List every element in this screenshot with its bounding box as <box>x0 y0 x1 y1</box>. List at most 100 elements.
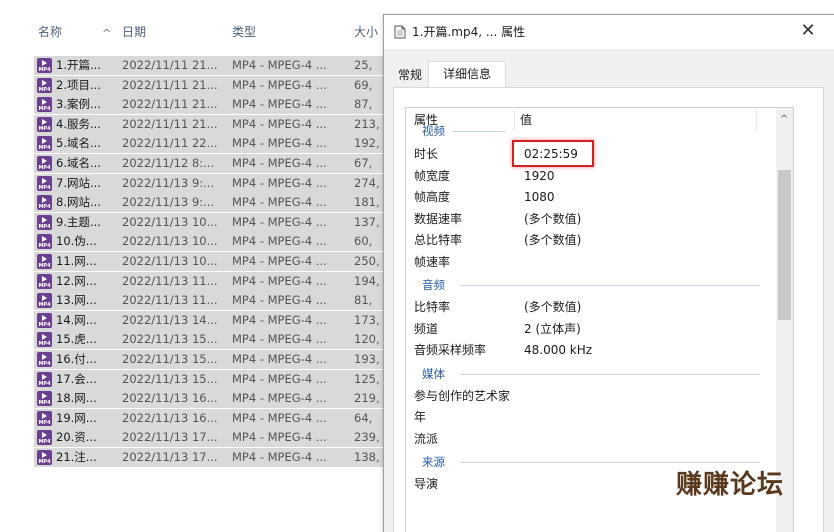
mp4-file-icon: MP4 <box>37 175 52 191</box>
column-header-size[interactable]: 大小 <box>354 14 378 50</box>
play-icon <box>42 373 47 380</box>
file-row[interactable]: MP4 19.网... 2022/11/13 16... MP4 - MPEG-4 .… <box>34 408 394 429</box>
property-name: 帧宽度 <box>414 168 451 183</box>
property-row[interactable]: 总比特率 (多个数值) <box>406 230 766 250</box>
file-date: 2022/11/13 10... <box>122 234 218 249</box>
mp4-file-icon: MP4 <box>37 410 52 426</box>
scrollbar-thumb[interactable] <box>778 170 791 320</box>
mp4-file-icon: MP4 <box>37 77 52 93</box>
mp4-file-icon: MP4 <box>37 352 52 367</box>
file-row[interactable]: MP4 3.案例... 2022/11/11 21... MP4 - MPEG-4 .… <box>34 95 394 116</box>
property-row[interactable]: 频道 2 (立体声) <box>406 319 766 339</box>
file-row[interactable]: MP4 1.开篇... 2022/11/11 21... MP4 - MPEG-4 .… <box>34 56 394 76</box>
play-icon <box>42 314 47 321</box>
file-row[interactable]: MP4 2.项目... 2022/11/11 21... MP4 - MPEG-4 .… <box>34 75 394 96</box>
mp4-file-icon: MP4 <box>37 97 52 113</box>
scroll-up-icon[interactable]: ^ <box>780 114 788 125</box>
file-row[interactable]: MP4 8.网站... 2022/11/13 9:... MP4 - MPEG-4 .… <box>34 193 394 214</box>
file-row[interactable]: MP4 20.资... 2022/11/13 17... MP4 - MPEG-4 .… <box>34 428 394 449</box>
property-row[interactable]: 比特率 (多个数值) <box>406 297 766 317</box>
column-divider[interactable] <box>514 110 515 130</box>
mp4-file-icon: MP4 <box>37 332 52 348</box>
column-header-date[interactable]: 日期 <box>122 14 146 50</box>
file-row[interactable]: MP4 15.虎... 2022/11/13 15... MP4 - MPEG-4 .… <box>34 330 394 351</box>
file-icon-tag: MP4 <box>38 86 51 93</box>
file-row[interactable]: MP4 21.注... 2022/11/13 17... MP4 - MPEG-4 .… <box>34 448 394 468</box>
tab-general[interactable]: 常规 <box>394 63 426 87</box>
mp4-file-icon: MP4 <box>37 430 52 446</box>
group-divider <box>452 131 506 132</box>
mp4-file-icon: MP4 <box>37 371 52 387</box>
group-heading-audio: 音频 <box>422 278 445 292</box>
mp4-file-icon: MP4 <box>37 234 52 250</box>
file-name: 19.网... <box>56 410 97 425</box>
file-icon-tag: MP4 <box>38 400 51 407</box>
column-divider[interactable] <box>756 110 757 130</box>
file-name: 14.网... <box>56 312 97 327</box>
file-icon-tag: MP4 <box>38 223 51 230</box>
property-name: 帧高度 <box>414 190 451 204</box>
property-name: 时长 <box>414 147 439 161</box>
property-value: 2 (立体声) <box>524 321 581 336</box>
file-row[interactable]: MP4 4.服务... 2022/11/11 21... MP4 - MPEG-4 .… <box>34 114 394 135</box>
file-name: 9.主题... <box>56 214 101 229</box>
play-icon <box>42 354 47 360</box>
file-name: 18.网... <box>56 391 97 406</box>
play-icon <box>42 295 47 302</box>
file-date: 2022/11/13 11... <box>122 293 218 308</box>
play-icon <box>42 158 47 164</box>
property-row[interactable]: 帧高度 1080 <box>406 187 766 207</box>
property-name: 导演 <box>414 477 439 491</box>
file-name: 21.注... <box>56 450 97 464</box>
property-name: 总比特率 <box>414 233 463 247</box>
property-row[interactable]: 数据速率 (多个数值) <box>406 209 766 229</box>
file-row[interactable]: MP4 6.域名... 2022/11/12 8:... MP4 - MPEG-4 .… <box>34 154 394 174</box>
mp4-file-icon: MP4 <box>37 312 52 328</box>
mp4-file-icon: MP4 <box>37 136 52 152</box>
close-button[interactable]: ✕ <box>791 15 825 49</box>
file-row[interactable]: MP4 14.网... 2022/11/13 14... MP4 - MPEG-4 .… <box>34 310 394 331</box>
file-name: 17.会... <box>56 371 97 386</box>
column-header-type[interactable]: 类型 <box>232 14 256 50</box>
play-icon <box>42 99 47 106</box>
property-row[interactable]: 帧速率 <box>406 252 766 272</box>
property-value: 1920 <box>524 168 555 183</box>
file-row[interactable]: MP4 9.主题... 2022/11/13 10... MP4 - MPEG-4 .… <box>34 212 394 233</box>
group-divider <box>460 462 760 463</box>
file-date: 2022/11/13 17... <box>122 430 218 445</box>
mp4-file-icon: MP4 <box>37 214 52 230</box>
file-name: 2.项目... <box>56 77 101 92</box>
column-header-value[interactable]: 值 <box>520 108 532 132</box>
file-row[interactable]: MP4 5.域名... 2022/11/11 22... MP4 - MPEG-4 .… <box>34 134 394 155</box>
file-date: 2022/11/13 14... <box>122 312 218 327</box>
mp4-file-icon: MP4 <box>37 254 52 269</box>
file-name: 13.网... <box>56 293 97 308</box>
property-row[interactable]: 流派 <box>406 429 766 449</box>
mp4-file-icon: MP4 <box>37 116 52 132</box>
file-icon-tag: MP4 <box>38 459 51 465</box>
property-row[interactable]: 参与创作的艺术家 <box>406 386 766 406</box>
column-header-name[interactable]: 名称 ^ <box>38 14 111 50</box>
property-row[interactable]: 年 <box>406 407 766 427</box>
dialog-titlebar[interactable]: 1.开篇.mp4, ... 属性 ✕ <box>384 15 834 49</box>
mp4-file-icon: MP4 <box>37 195 52 211</box>
file-row[interactable]: MP4 11.网... 2022/11/13 10... MP4 - MPEG-4 .… <box>34 252 394 272</box>
file-date: 2022/11/12 8:... <box>122 156 215 170</box>
file-row[interactable]: MP4 18.网... 2022/11/13 16... MP4 - MPEG-4 .… <box>34 389 394 410</box>
tab-details[interactable]: 详细信息 <box>428 61 506 89</box>
play-icon <box>42 138 47 145</box>
property-row[interactable]: 音频采样频率 48.000 kHz <box>406 340 766 360</box>
file-row[interactable]: MP4 7.网站... 2022/11/13 9:... MP4 - MPEG-4 .… <box>34 173 394 194</box>
file-row[interactable]: MP4 10.伪... 2022/11/13 10... MP4 - MPEG-4 .… <box>34 232 394 253</box>
property-row[interactable]: 帧宽度 1920 <box>406 166 766 186</box>
group-heading-video: 视频 <box>422 124 445 138</box>
file-row[interactable]: MP4 13.网... 2022/11/13 11... MP4 - MPEG-4 .… <box>34 291 394 312</box>
file-row[interactable]: MP4 12.网... 2022/11/13 11... MP4 - MPEG-4 .… <box>34 271 394 292</box>
property-name: 频道 <box>414 321 439 336</box>
close-icon: ✕ <box>800 20 816 41</box>
file-date: 2022/11/13 10... <box>122 214 218 229</box>
file-row[interactable]: MP4 16.付... 2022/11/13 15... MP4 - MPEG-4 .… <box>34 350 394 370</box>
file-type: MP4 - MPEG-4 ... <box>232 371 327 386</box>
file-type: MP4 - MPEG-4 ... <box>232 410 327 425</box>
file-row[interactable]: MP4 17.会... 2022/11/13 15... MP4 - MPEG-4 .… <box>34 369 394 390</box>
